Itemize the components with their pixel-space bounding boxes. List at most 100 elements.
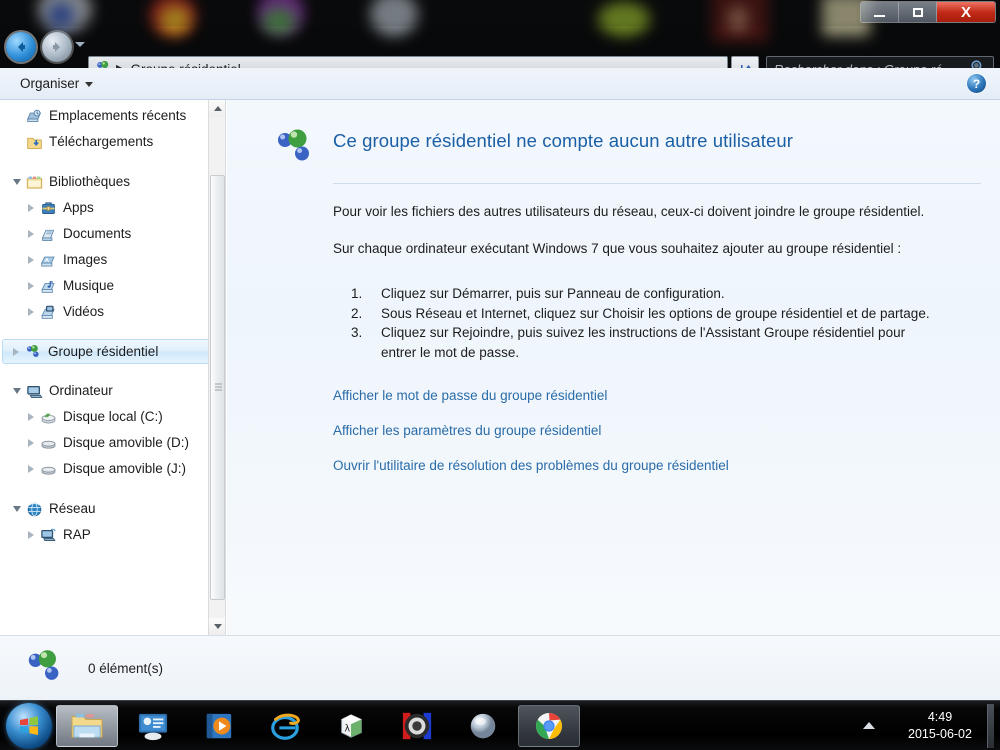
apps-library-icon bbox=[38, 200, 58, 217]
network-computer-icon bbox=[38, 527, 58, 544]
maximize-icon bbox=[912, 7, 923, 17]
title-divider bbox=[333, 183, 981, 184]
taskbar-item-windows-media-player[interactable] bbox=[188, 705, 250, 747]
step-text: Sous Réseau et Internet, cliquez sur Cho… bbox=[381, 305, 930, 321]
title-bar: X bbox=[0, 0, 1000, 26]
windows-media-player-taskbar-icon bbox=[206, 713, 232, 738]
step-text: Cliquez sur Démarrer, puis sur Panneau d… bbox=[381, 286, 725, 302]
organise-label: Organiser bbox=[20, 76, 80, 91]
sidebar-item-documents[interactable]: Documents bbox=[0, 221, 225, 247]
expand-arrow-icon[interactable] bbox=[24, 308, 38, 316]
minimize-button[interactable] bbox=[861, 2, 899, 22]
sidebar-item-biblioth-ques[interactable]: Bibliothèques bbox=[0, 169, 225, 195]
sidebar-item-r-seau[interactable]: Réseau bbox=[0, 496, 225, 522]
removable-disk-icon bbox=[38, 435, 58, 452]
expand-arrow-icon[interactable] bbox=[24, 230, 38, 238]
organise-menu-button[interactable]: Organiser bbox=[14, 73, 99, 94]
close-button[interactable]: X bbox=[937, 2, 995, 22]
homegroup-icon bbox=[23, 343, 43, 360]
taskbar-item-internet-explorer[interactable] bbox=[254, 705, 316, 747]
local-disk-icon bbox=[38, 409, 58, 426]
sidebar-item-t-l-chargements[interactable]: Téléchargements bbox=[0, 129, 225, 155]
sidebar-item-label: Téléchargements bbox=[49, 134, 154, 150]
sidebar-item-emplacements-r-cents[interactable]: Emplacements récents bbox=[0, 103, 225, 129]
sidebar-item-vid-os[interactable]: Vidéos bbox=[0, 299, 225, 325]
sidebar-item-disque-amovible-d[interactable]: Disque amovible (D:) bbox=[0, 430, 225, 456]
sidebar-item-apps[interactable]: Apps bbox=[0, 195, 225, 221]
step-number: 3. bbox=[351, 325, 363, 341]
sidebar-item-disque-amovible-j[interactable]: Disque amovible (J:) bbox=[0, 456, 225, 482]
taskbar-item-media-center[interactable] bbox=[122, 705, 184, 747]
help-button[interactable]: ? bbox=[967, 74, 986, 93]
scroll-down-button[interactable] bbox=[209, 618, 225, 635]
sidebar-item-images[interactable]: Images bbox=[0, 247, 225, 273]
sidebar-item-label: Apps bbox=[63, 200, 94, 216]
downloads-folder-icon bbox=[24, 134, 44, 151]
sidebar-item-rap[interactable]: RAP bbox=[0, 522, 225, 548]
scrollbar-thumb[interactable] bbox=[210, 175, 225, 600]
chevron-down-icon bbox=[213, 624, 222, 629]
sidebar-item-groupe-r-sidentiel[interactable]: Groupe résidentiel bbox=[2, 339, 221, 364]
expand-arrow-icon[interactable] bbox=[24, 413, 38, 421]
action-link[interactable]: Afficher le mot de passe du groupe résid… bbox=[333, 388, 607, 403]
expand-arrow-icon[interactable] bbox=[24, 439, 38, 447]
taskbar-item-google-chrome[interactable] bbox=[518, 704, 580, 747]
close-icon: X bbox=[960, 3, 971, 21]
action-links: Afficher le mot de passe du groupe résid… bbox=[333, 388, 974, 473]
navigation-bar: ▶ Groupe résidentiel bbox=[0, 26, 1000, 83]
tree-group-gap bbox=[0, 482, 225, 496]
clock[interactable]: 4:49 2015-06-02 bbox=[901, 709, 979, 743]
scroll-up-button[interactable] bbox=[209, 100, 225, 117]
expand-arrow-icon[interactable] bbox=[9, 347, 23, 356]
internet-explorer-taskbar-icon bbox=[271, 713, 300, 740]
action-link[interactable]: Afficher les paramètres du groupe réside… bbox=[333, 423, 601, 438]
item-count-label: 0 élément(s) bbox=[88, 660, 164, 676]
maximize-button[interactable] bbox=[899, 2, 937, 22]
collapse-arrow-icon[interactable] bbox=[10, 388, 24, 394]
media-center-taskbar-icon bbox=[138, 713, 168, 740]
sidebar-item-label: RAP bbox=[63, 527, 91, 543]
orb-app-taskbar-icon bbox=[470, 713, 496, 738]
recent-places-icon bbox=[24, 108, 44, 125]
sidebar-item-label: Musique bbox=[63, 278, 115, 294]
taskbar-item-orb-app[interactable] bbox=[452, 705, 514, 747]
forward-button[interactable] bbox=[42, 32, 72, 62]
show-hidden-icons-button[interactable] bbox=[863, 722, 875, 729]
expand-arrow-icon[interactable] bbox=[24, 256, 38, 264]
taskbar-item-utorrent[interactable] bbox=[386, 705, 448, 747]
expand-arrow-icon[interactable] bbox=[24, 531, 38, 539]
sidebar-scrollbar[interactable] bbox=[208, 100, 225, 635]
homegroup-icon bbox=[24, 645, 66, 692]
xnview-taskbar-icon: λ bbox=[341, 713, 362, 738]
svg-text:λ: λ bbox=[344, 723, 350, 734]
action-link[interactable]: Ouvrir l'utilitaire de résolution des pr… bbox=[333, 458, 729, 473]
sidebar-item-label: Images bbox=[63, 252, 108, 268]
expand-arrow-icon[interactable] bbox=[24, 465, 38, 473]
collapse-arrow-icon[interactable] bbox=[10, 179, 24, 185]
expand-arrow-icon[interactable] bbox=[24, 204, 38, 212]
start-button[interactable] bbox=[6, 702, 52, 749]
explorer-body: Emplacements récents Téléchargements Bibli… bbox=[0, 100, 1000, 635]
sidebar-item-ordinateur[interactable]: Ordinateur bbox=[0, 378, 225, 404]
sidebar-item-label: Bibliothèques bbox=[49, 174, 131, 190]
collapse-arrow-icon[interactable] bbox=[10, 506, 24, 512]
expand-arrow-icon[interactable] bbox=[24, 282, 38, 290]
explorer-window: X Rechercher dans: Groupe ré Organiser … bbox=[0, 0, 1000, 700]
window-controls: X bbox=[860, 1, 996, 23]
documents-library-icon bbox=[38, 226, 58, 243]
step-text: Cliquez sur Rejoindre, puis suivez les i… bbox=[381, 325, 906, 360]
forward-arrow-icon bbox=[53, 42, 60, 52]
show-desktop-button[interactable] bbox=[987, 703, 994, 748]
back-button[interactable] bbox=[6, 32, 36, 62]
clock-time: 4:49 bbox=[927, 709, 953, 724]
history-dropdown-button[interactable] bbox=[75, 42, 85, 47]
navigation-pane: Emplacements récents Téléchargements Bibli… bbox=[0, 100, 226, 635]
libraries-icon bbox=[24, 174, 44, 191]
sidebar-item-disque-local-c[interactable]: Disque local (C:) bbox=[0, 404, 225, 430]
sidebar-item-musique[interactable]: Musique bbox=[0, 273, 225, 299]
taskbar-item-windows-explorer[interactable] bbox=[56, 704, 118, 747]
taskbar-item-xnview[interactable]: λ bbox=[320, 705, 382, 747]
command-toolbar: Organiser ? bbox=[0, 68, 1000, 100]
intro-paragraph-1: Pour voir les fichiers des autres utilis… bbox=[333, 204, 925, 219]
sidebar-item-label: Ordinateur bbox=[49, 383, 113, 399]
